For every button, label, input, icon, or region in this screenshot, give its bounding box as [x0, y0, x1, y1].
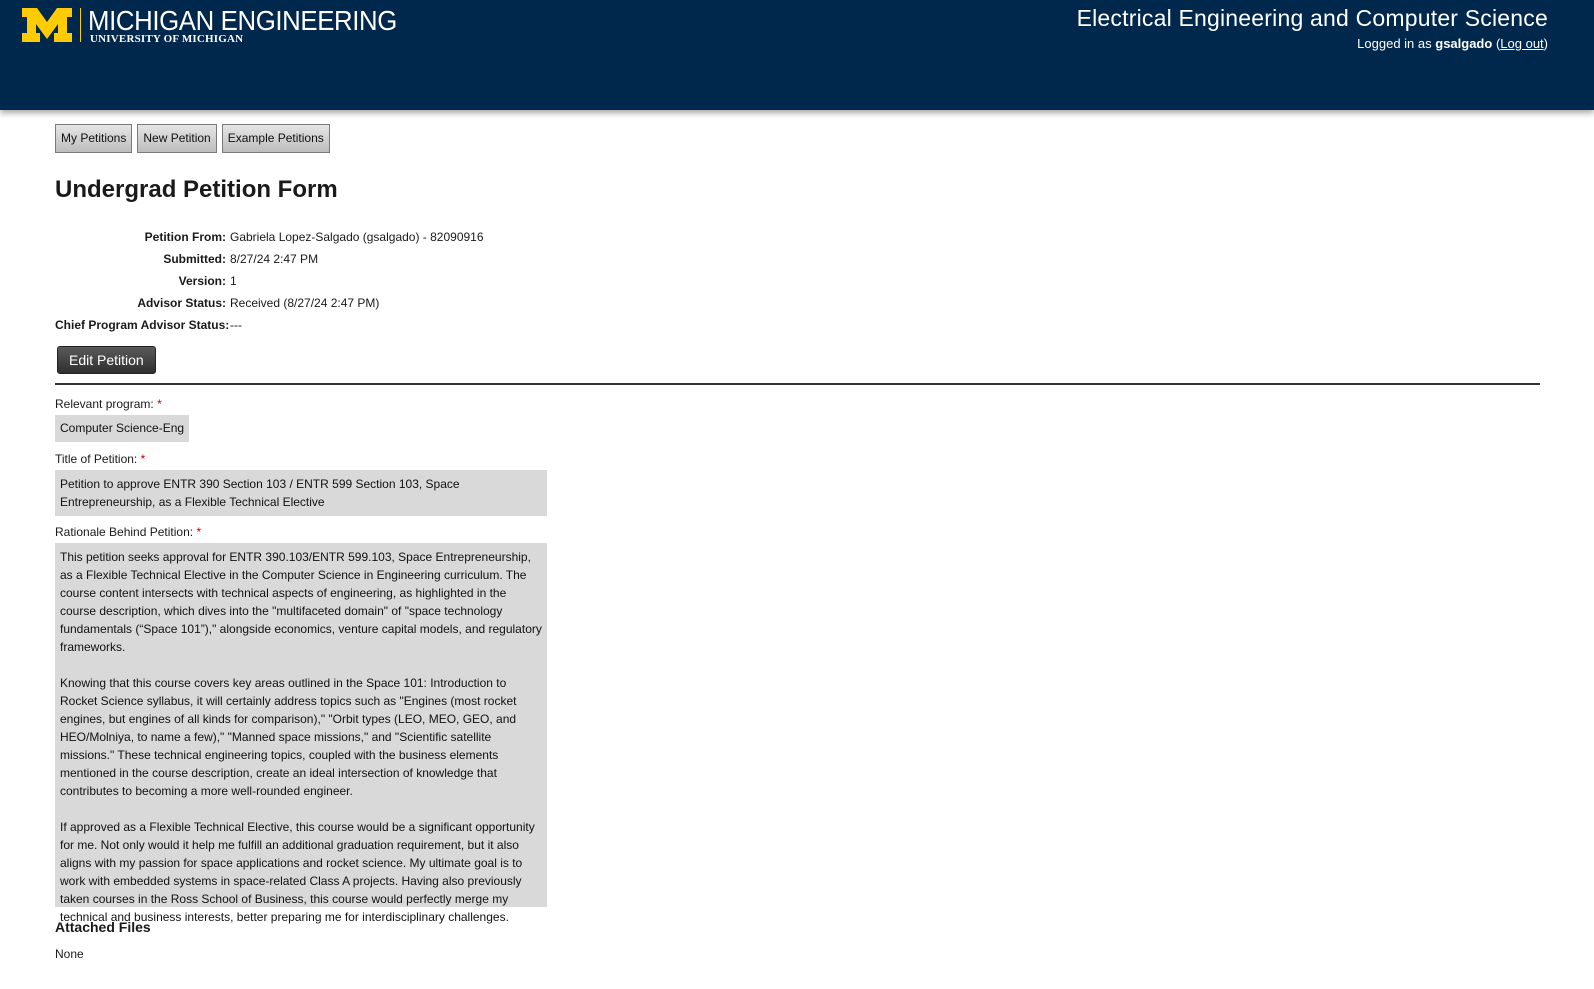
program-value: Computer Science-Eng	[55, 415, 190, 442]
main-content: My Petitions New Petition Example Petiti…	[55, 124, 1540, 961]
site-header: MICHIGAN ENGINEERING UNIVERSITY OF MICHI…	[0, 0, 1594, 110]
meta-label: Version:	[178, 274, 226, 288]
meta-row-advisor-status: Advisor Status: Received (8/27/24 2:47 P…	[55, 292, 484, 314]
petition-metadata: Petition From: Gabriela Lopez-Salgado (g…	[55, 226, 484, 336]
meta-label: Petition From:	[144, 230, 226, 244]
rationale-paragraph: This petition seeks approval for ENTR 39…	[60, 550, 542, 654]
rationale-label: Rationale Behind Petition: *	[55, 525, 201, 539]
program-label: Relevant program: *	[55, 397, 162, 411]
required-marker: *	[196, 525, 202, 539]
username: gsalgado	[1435, 36, 1493, 51]
meta-value: Gabriela Lopez-Salgado (gsalgado) - 8209…	[230, 230, 484, 244]
attached-files-heading: Attached Files	[55, 919, 151, 935]
meta-value: ---	[230, 318, 242, 332]
meta-row-version: Version: 1	[55, 270, 484, 292]
meta-label: Chief Program Advisor Status:	[55, 318, 230, 332]
department-title: Electrical Engineering and Computer Scie…	[1076, 5, 1548, 31]
meta-row-chief-advisor-status: Chief Program Advisor Status: ---	[55, 314, 484, 336]
meta-label: Submitted:	[163, 252, 226, 266]
example-petitions-button[interactable]: Example Petitions	[221, 124, 330, 153]
login-status: Logged in as gsalgado (Log out)	[1357, 36, 1548, 51]
required-marker: *	[157, 397, 162, 411]
program-label-text: Relevant program:	[55, 397, 154, 411]
rationale-label-text: Rationale Behind Petition:	[55, 525, 194, 539]
rationale-paragraph: If approved as a Flexible Technical Elec…	[60, 820, 535, 924]
required-marker: *	[140, 452, 146, 466]
logo-divider	[80, 8, 81, 42]
login-prefix: Logged in as	[1357, 36, 1432, 51]
title-label-text: Title of Petition:	[55, 452, 138, 466]
meta-row-submitted: Submitted: 8/27/24 2:47 PM	[55, 248, 484, 270]
edit-petition-button[interactable]: Edit Petition	[57, 346, 156, 374]
meta-value: Received (8/27/24 2:47 PM)	[230, 296, 380, 310]
meta-label: Advisor Status:	[137, 296, 226, 310]
petition-title-value: Petition to approve ENTR 390 Section 103…	[55, 470, 547, 516]
meta-row-petition-from: Petition From: Gabriela Lopez-Salgado (g…	[55, 226, 484, 248]
rationale-paragraph: Knowing that this course covers key area…	[60, 676, 517, 798]
meta-value: 1	[230, 274, 237, 288]
meta-value: 8/27/24 2:47 PM	[230, 252, 319, 266]
section-divider	[55, 383, 1540, 385]
logo-subtitle: UNIVERSITY OF MICHIGAN	[90, 33, 244, 45]
new-petition-button[interactable]: New Petition	[137, 124, 217, 153]
logout-link[interactable]: Log out	[1500, 36, 1543, 51]
block-m-icon	[22, 8, 72, 42]
page-title: Undergrad Petition Form	[55, 176, 338, 203]
attached-files-value: None	[55, 947, 84, 961]
my-petitions-button[interactable]: My Petitions	[55, 124, 133, 153]
title-label: Title of Petition: *	[55, 452, 145, 466]
petition-nav: My Petitions New Petition Example Petiti…	[55, 124, 1540, 153]
rationale-value: This petition seeks approval for ENTR 39…	[55, 543, 547, 924]
